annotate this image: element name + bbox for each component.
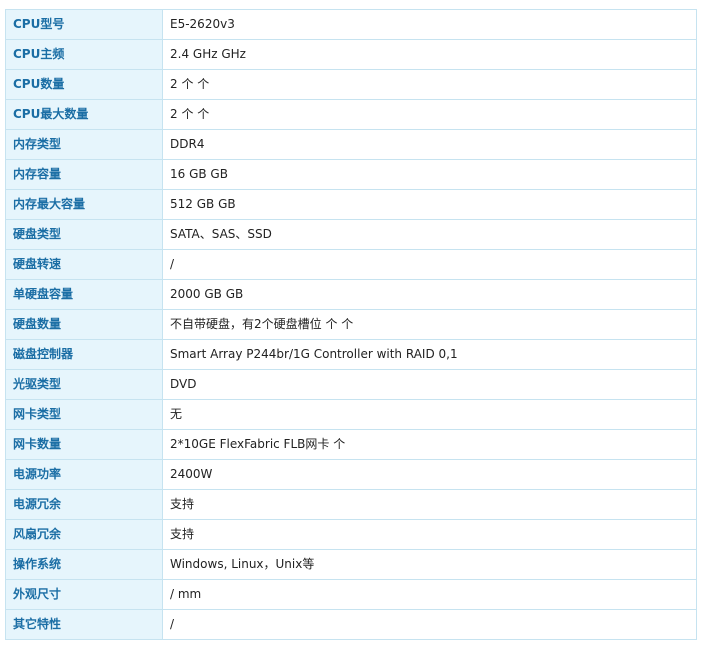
spec-value-optical-drive: DVD	[162, 369, 697, 400]
spec-label-optical-drive: 光驱类型	[5, 369, 163, 400]
table-row: CPU主频 2.4 GHz GHz	[5, 39, 697, 70]
spec-label-memory-max-capacity: 内存最大容量	[5, 189, 163, 220]
table-row: CPU数量 2 个 个	[5, 69, 697, 100]
spec-label-memory-capacity: 内存容量	[5, 159, 163, 190]
table-row: 内存容量 16 GB GB	[5, 159, 697, 190]
spec-value-dimensions: / mm	[162, 579, 697, 610]
spec-value-power-rating: 2400W	[162, 459, 697, 490]
table-row: CPU最大数量 2 个 个	[5, 99, 697, 130]
spec-label-power-rating: 电源功率	[5, 459, 163, 490]
spec-value-cpu-max-count: 2 个 个	[162, 99, 697, 130]
spec-label-fan-redundancy: 风扇冗余	[5, 519, 163, 550]
table-row: 外观尺寸 / mm	[5, 579, 697, 610]
spec-value-disk-speed: /	[162, 249, 697, 280]
spec-label-memory-type: 内存类型	[5, 129, 163, 160]
spec-value-cpu-frequency: 2.4 GHz GHz	[162, 39, 697, 70]
spec-value-memory-max-capacity: 512 GB GB	[162, 189, 697, 220]
spec-value-single-disk-capacity: 2000 GB GB	[162, 279, 697, 310]
table-row: 电源功率 2400W	[5, 459, 697, 490]
spec-value-disk-count: 不自带硬盘，有2个硬盘槽位 个 个	[162, 309, 697, 340]
spec-label-disk-controller: 磁盘控制器	[5, 339, 163, 370]
spec-value-other-features: /	[162, 609, 697, 640]
table-row: 操作系统 Windows, Linux，Unix等	[5, 549, 697, 580]
spec-label-operating-system: 操作系统	[5, 549, 163, 580]
spec-label-cpu-model: CPU型号	[5, 9, 163, 40]
spec-table-body: CPU型号 E5-2620v3 CPU主频 2.4 GHz GHz CPU数量 …	[5, 9, 697, 640]
spec-value-disk-controller: Smart Array P244br/1G Controller with RA…	[162, 339, 697, 370]
spec-label-cpu-count: CPU数量	[5, 69, 163, 100]
spec-value-disk-type: SATA、SAS、SSD	[162, 219, 697, 250]
spec-label-power-redundancy: 电源冗余	[5, 489, 163, 520]
table-row: 硬盘类型 SATA、SAS、SSD	[5, 219, 697, 250]
spec-value-power-redundancy: 支持	[162, 489, 697, 520]
spec-label-disk-count: 硬盘数量	[5, 309, 163, 340]
spec-value-fan-redundancy: 支持	[162, 519, 697, 550]
spec-table: CPU型号 E5-2620v3 CPU主频 2.4 GHz GHz CPU数量 …	[5, 9, 697, 640]
table-row: 磁盘控制器 Smart Array P244br/1G Controller w…	[5, 339, 697, 370]
spec-label-dimensions: 外观尺寸	[5, 579, 163, 610]
spec-value-memory-capacity: 16 GB GB	[162, 159, 697, 190]
table-row: 网卡类型 无	[5, 399, 697, 430]
table-row: 内存最大容量 512 GB GB	[5, 189, 697, 220]
table-row: 光驱类型 DVD	[5, 369, 697, 400]
table-row: CPU型号 E5-2620v3	[5, 9, 697, 40]
table-row: 电源冗余 支持	[5, 489, 697, 520]
table-row: 硬盘转速 /	[5, 249, 697, 280]
spec-value-cpu-count: 2 个 个	[162, 69, 697, 100]
spec-value-cpu-model: E5-2620v3	[162, 9, 697, 40]
spec-label-disk-type: 硬盘类型	[5, 219, 163, 250]
spec-value-operating-system: Windows, Linux，Unix等	[162, 549, 697, 580]
table-row: 内存类型 DDR4	[5, 129, 697, 160]
spec-label-cpu-frequency: CPU主频	[5, 39, 163, 70]
table-row: 硬盘数量 不自带硬盘，有2个硬盘槽位 个 个	[5, 309, 697, 340]
spec-label-cpu-max-count: CPU最大数量	[5, 99, 163, 130]
spec-label-other-features: 其它特性	[5, 609, 163, 640]
spec-value-nic-type: 无	[162, 399, 697, 430]
spec-label-single-disk-capacity: 单硬盘容量	[5, 279, 163, 310]
spec-label-disk-speed: 硬盘转速	[5, 249, 163, 280]
spec-label-nic-count: 网卡数量	[5, 429, 163, 460]
spec-value-memory-type: DDR4	[162, 129, 697, 160]
table-row: 网卡数量 2*10GE FlexFabric FLB网卡 个	[5, 429, 697, 460]
table-row: 风扇冗余 支持	[5, 519, 697, 550]
table-row: 单硬盘容量 2000 GB GB	[5, 279, 697, 310]
spec-value-nic-count: 2*10GE FlexFabric FLB网卡 个	[162, 429, 697, 460]
spec-label-nic-type: 网卡类型	[5, 399, 163, 430]
table-row: 其它特性 /	[5, 609, 697, 640]
